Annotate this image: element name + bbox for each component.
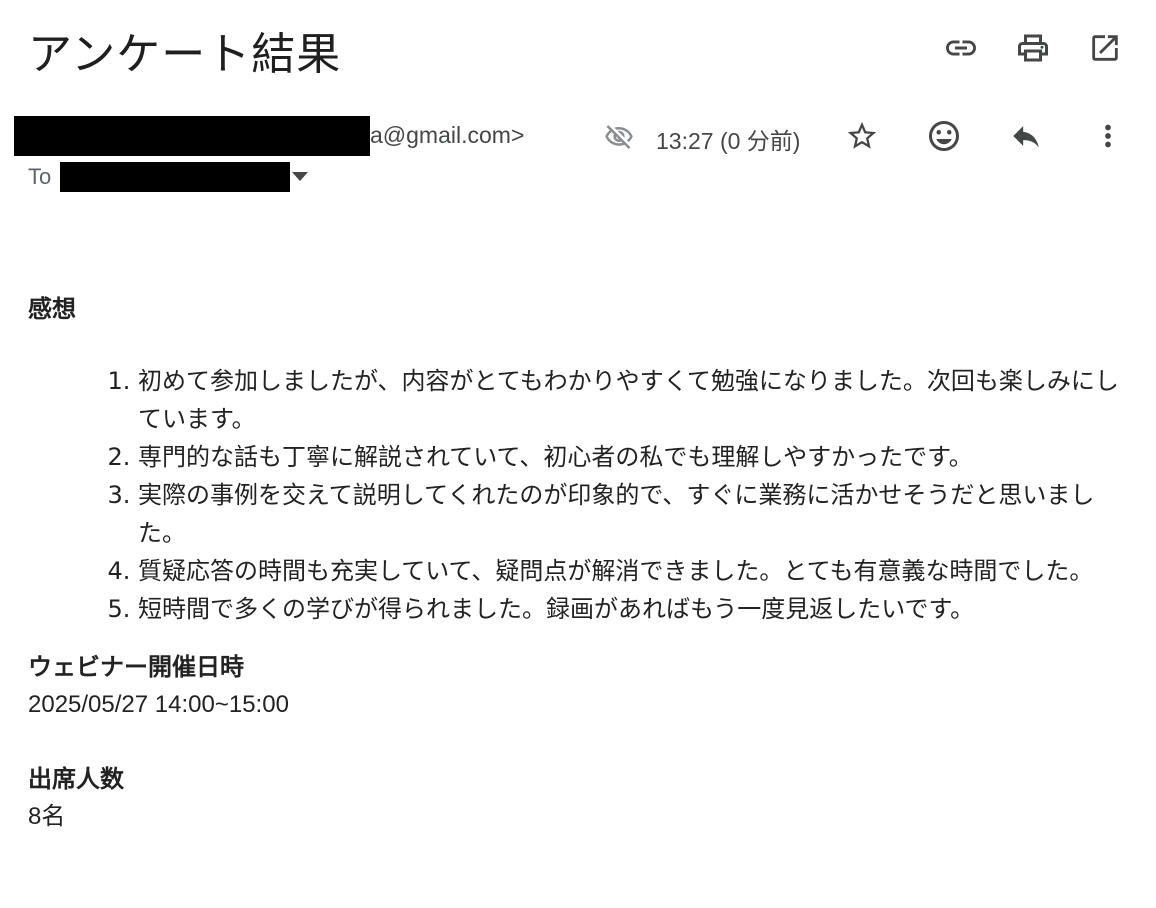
attendance-value: 8名 <box>28 803 66 830</box>
more-vert-icon[interactable] <box>1084 112 1132 160</box>
open-in-new-icon[interactable] <box>1082 26 1128 70</box>
webinar-date-value: 2025/05/27 14:00~15:00 <box>28 691 289 718</box>
to-label: To <box>28 164 52 189</box>
webinar-date-section: ウェビナー開催日時 2025/05/27 14:00~15:00 <box>28 648 1128 724</box>
list-item: 専門的な話も丁寧に解説されていて、初心者の私でも理解しやすかったです。 <box>138 438 1128 476</box>
star-icon[interactable] <box>838 112 886 160</box>
email-body: 感想 初めて参加しましたが、内容がとてもわかりやすくて勉強になりました。次回も楽… <box>28 290 1128 872</box>
print-icon[interactable] <box>1010 26 1056 70</box>
emoji-icon[interactable] <box>920 112 968 160</box>
list-item: 質疑応答の時間も充実していて、疑問点が解消できました。とても有意義な時間でした。 <box>138 552 1128 590</box>
top-actions <box>938 26 1128 70</box>
link-icon[interactable] <box>938 26 984 70</box>
recipient-redaction <box>60 162 290 192</box>
attendance-heading: 出席人数 <box>28 765 124 793</box>
attendance-section: 出席人数 8名 <box>28 760 1128 836</box>
reply-icon[interactable] <box>1002 112 1050 160</box>
sender-email: a@gmail.com> <box>370 122 525 148</box>
chevron-down-icon[interactable] <box>290 168 310 187</box>
list-item: 短時間で多くの学びが得られました。録画があればもう一度見返したいです。 <box>138 590 1128 628</box>
sender-redaction <box>14 116 370 156</box>
email-subject: アンケート結果 <box>28 29 342 80</box>
webinar-date-heading: ウェビナー開催日時 <box>28 653 244 681</box>
feedback-heading: 感想 <box>28 295 76 323</box>
list-item: 初めて参加しましたが、内容がとてもわかりやすくて勉強になりました。次回も楽しみに… <box>138 362 1128 438</box>
feedback-list: 初めて参加しましたが、内容がとてもわかりやすくて勉強になりました。次回も楽しみに… <box>28 362 1128 628</box>
received-time: 13:27 (0 分前) <box>656 128 801 154</box>
message-actions <box>838 112 1132 160</box>
sender-row: a@gmail.com> 13:27 (0 分前) <box>0 112 1156 160</box>
list-item: 実際の事例を交えて説明してくれたのが印象的で、すぐに業務に活かせそうだと思いまし… <box>138 476 1128 552</box>
hidden-eye-icon[interactable] <box>604 122 634 156</box>
